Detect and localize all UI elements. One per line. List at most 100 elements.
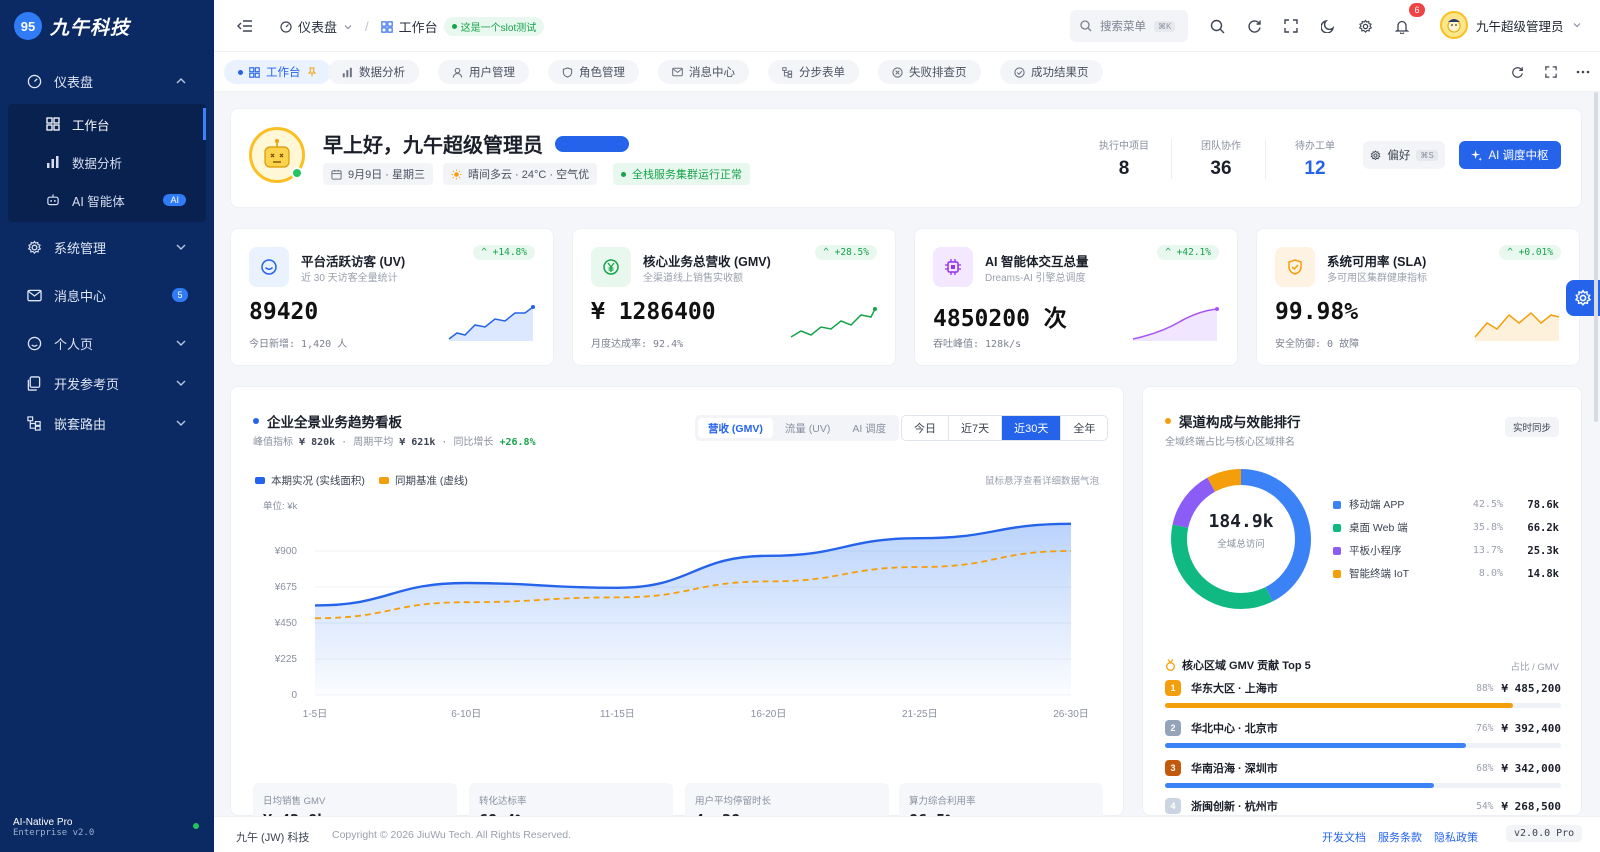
- kpi-sparkline: [448, 305, 535, 341]
- tab-workbench[interactable]: 工作台: [224, 60, 331, 84]
- kpi-change-badge: ^ +28.5%: [815, 245, 877, 260]
- rank-bar: [1165, 783, 1561, 788]
- sidebar-item-dashboard[interactable]: 仪表盘: [0, 62, 214, 100]
- tab-label: 分步表单: [799, 67, 845, 79]
- chevron-down-icon: [176, 380, 186, 386]
- footer-company: 九午 (JW) 科技: [236, 832, 310, 844]
- kpi-sparkline: [1132, 307, 1219, 341]
- peak-value: ¥ 820k: [299, 437, 336, 448]
- sidebar-item-system[interactable]: 系统管理: [0, 228, 214, 266]
- top-regions-label: 核心区域 GMV 贡献 Top 5: [1182, 660, 1311, 672]
- breadcrumb-item-dashboard[interactable]: 仪表盘: [298, 17, 337, 36]
- settings-icon[interactable]: [1356, 17, 1374, 35]
- tab-failure-page[interactable]: 失败排查页: [878, 60, 981, 84]
- region-rank-item[interactable]: 3 华南沿海 · 深圳市 68% ¥ 342,000: [1165, 759, 1561, 788]
- mini-stat-label: 算力综合利用率: [909, 796, 976, 807]
- search-menu-input[interactable]: 搜索菜单 ⌘K: [1070, 10, 1188, 42]
- footer-link-terms[interactable]: 服务条款: [1378, 829, 1422, 845]
- collapse-menu-icon[interactable]: [236, 17, 254, 35]
- breadcrumb-item-workbench[interactable]: 工作台: [399, 17, 438, 36]
- range-tab-today[interactable]: 今日: [902, 416, 949, 440]
- y-tick-label: ¥450: [274, 618, 298, 629]
- sidebar-item-nested-routes[interactable]: 嵌套路由: [0, 404, 214, 442]
- chevron-down-icon: [344, 24, 352, 29]
- kpi-value: 99.98%: [1275, 299, 1359, 325]
- bell-icon[interactable]: [1393, 17, 1411, 35]
- pin-icon[interactable]: [307, 67, 317, 77]
- legend-label: 本期实况 (实线面积): [271, 475, 365, 487]
- rank-number: 4: [1165, 798, 1181, 814]
- range-tab-7d[interactable]: 近7天: [949, 416, 1003, 440]
- stat-projects: 执行中项目 8: [1099, 137, 1149, 180]
- channel-legend-row: 智能终端 IoT 8.0% 14.8k: [1333, 566, 1559, 581]
- footer-link-docs[interactable]: 开发文档: [1322, 829, 1366, 845]
- search-icon[interactable]: [1208, 17, 1226, 35]
- region-rank-item[interactable]: 2 华北中心 · 北京市 76% ¥ 392,400: [1165, 719, 1561, 748]
- weather-text: 晴间多云 · 24°C · 空气优: [468, 169, 590, 181]
- range-tab-30d[interactable]: 近30天: [1002, 416, 1062, 440]
- preferences-button[interactable]: 偏好 ⌘S: [1363, 141, 1445, 169]
- tab-user-management[interactable]: 用户管理: [438, 60, 529, 84]
- tab-message-center[interactable]: 消息中心: [658, 60, 749, 84]
- trend-title: 企业全景业务趋势看板: [253, 411, 402, 431]
- refresh-tab-icon[interactable]: [1508, 63, 1526, 81]
- tab-analysis[interactable]: 数据分析: [328, 60, 419, 84]
- rank-value: ¥ 392,400: [1501, 721, 1561, 735]
- sidebar-subitem-analysis[interactable]: 数据分析: [8, 144, 206, 180]
- sidebar-item-label: 嵌套路由: [54, 416, 107, 432]
- bar-chart-icon: [46, 155, 60, 169]
- tab-success-page[interactable]: 成功结果页: [1000, 60, 1103, 84]
- sidebar-item-label: 仪表盘: [54, 74, 94, 90]
- refresh-icon[interactable]: [1245, 17, 1263, 35]
- rank-pct: 54%: [1476, 800, 1494, 812]
- rank-name: 浙闽创新 · 杭州市: [1191, 801, 1278, 813]
- trend-chart[interactable]: 单位: ¥k 0 ¥225 ¥450 ¥675 ¥900 1-5日 6-10日 11-15日 16…: [231, 491, 1125, 771]
- logo-badge: 95: [14, 12, 42, 40]
- product-name: AI-Native Pro: [13, 817, 73, 828]
- user-menu[interactable]: 九午超级管理员: [1440, 11, 1582, 39]
- sidebar-item-profile[interactable]: 个人页: [0, 324, 214, 362]
- kpi-footnote: 吞吐峰值: 128k/s: [933, 339, 1022, 350]
- sidebar-subitem-ai-agent[interactable]: AI 智能体 AI: [8, 182, 206, 218]
- fullscreen-icon[interactable]: [1282, 17, 1300, 35]
- date-chip: 9月9日 · 星期三: [323, 163, 434, 185]
- breadcrumb-separator: /: [365, 19, 369, 34]
- tab-step-form[interactable]: 分步表单: [768, 60, 859, 84]
- check-circle-icon: [1014, 66, 1025, 78]
- rank-name: 华北中心 · 北京市: [1191, 723, 1278, 735]
- channel-name: 桌面 Web 端: [1349, 522, 1408, 534]
- legend-swatch: [379, 477, 389, 484]
- more-icon[interactable]: [1574, 63, 1592, 81]
- region-rank-item[interactable]: 1 华东大区 · 上海市 88% ¥ 485,200: [1165, 679, 1561, 708]
- y-tick-label: ¥225: [274, 654, 298, 665]
- welcome-card: 早上好，九午超级管理员 9月9日 · 星期三 晴间多云 · 24°C · 空气优…: [230, 108, 1582, 208]
- close-circle-icon: [892, 66, 903, 78]
- gauge-icon: [280, 20, 292, 33]
- sidebar-item-dev-ref[interactable]: 开发参考页: [0, 364, 214, 402]
- ai-dispatch-button[interactable]: AI 调度中枢: [1459, 141, 1561, 169]
- metric-tab-uv[interactable]: 流量 (UV): [775, 418, 841, 438]
- fullscreen-tab-icon[interactable]: [1542, 63, 1560, 81]
- breadcrumb: 仪表盘 / 工作台 这是一个slot测试: [280, 17, 545, 36]
- cluster-status-text: 全栈服务集群运行正常: [632, 169, 742, 181]
- range-tab-year[interactable]: 全年: [1061, 416, 1107, 440]
- brand-logo[interactable]: 95 九午科技: [14, 12, 130, 40]
- metric-tab-gmv[interactable]: 营收 (GMV): [698, 418, 773, 438]
- region-rank-item[interactable]: 4 浙闽创新 · 杭州市 54% ¥ 268,500: [1165, 797, 1561, 815]
- divider: [1265, 139, 1266, 179]
- realtime-sync-tag[interactable]: 实时同步: [1504, 417, 1559, 437]
- sidebar-item-messages[interactable]: 消息中心 5: [0, 276, 214, 314]
- rank-number: 2: [1165, 720, 1181, 736]
- tab-role-management[interactable]: 角色管理: [548, 60, 639, 84]
- page-scrollbar[interactable]: [1594, 92, 1598, 422]
- sidebar-subitem-workbench[interactable]: 工作台: [8, 106, 206, 142]
- legend-swatch: [1333, 523, 1341, 532]
- moon-icon[interactable]: [1319, 17, 1337, 35]
- metric-tab-ai[interactable]: AI 调度: [842, 418, 896, 438]
- legend-swatch: [255, 477, 265, 484]
- footer-link-privacy[interactable]: 隐私政策: [1434, 829, 1478, 845]
- kpi-subtitle: 近 30 天访客全量统计: [301, 273, 398, 284]
- channel-pct: 42.5%: [1472, 499, 1503, 510]
- kpi-change: +28.5%: [834, 247, 869, 258]
- calendar-icon: [331, 169, 342, 180]
